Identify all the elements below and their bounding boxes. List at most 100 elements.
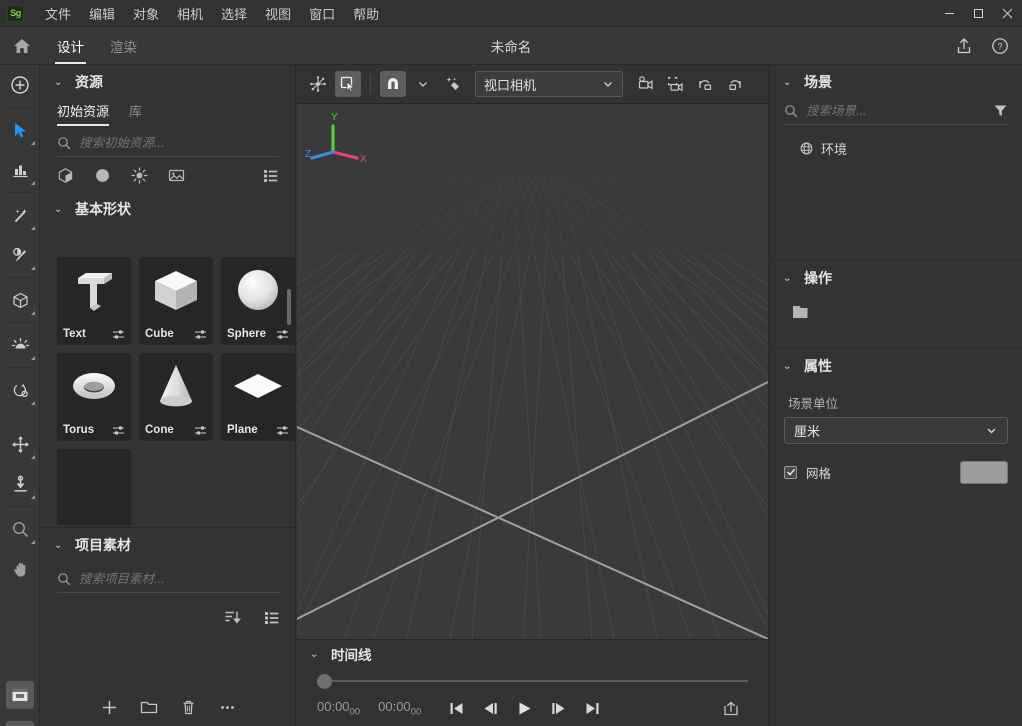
shape-card-sphere[interactable]: Sphere xyxy=(221,257,295,345)
home-button[interactable] xyxy=(0,27,44,64)
go-to-start-button[interactable] xyxy=(439,693,473,723)
shape-card-plane[interactable]: Plane xyxy=(221,353,295,441)
folder-icon[interactable] xyxy=(140,699,158,716)
actions-panel-title: 操作 xyxy=(804,270,832,286)
menu-file[interactable]: 文件 xyxy=(36,0,80,27)
shape-card-partial[interactable] xyxy=(57,449,131,525)
select-tool[interactable] xyxy=(0,110,40,150)
properties-panel-header[interactable]: ⌄ 属性 xyxy=(770,349,1022,383)
project-search-input[interactable] xyxy=(79,572,280,586)
model-tool[interactable] xyxy=(0,280,40,320)
scene-unit-value: 厘米 xyxy=(794,424,821,439)
menu-help[interactable]: 帮助 xyxy=(344,0,388,27)
share-button[interactable] xyxy=(952,34,976,58)
menu-object[interactable]: 对象 xyxy=(124,0,168,27)
timeline-header[interactable]: ⌄ 时间线 xyxy=(297,640,768,668)
pan-tool[interactable] xyxy=(0,549,40,589)
drop-tool[interactable] xyxy=(0,464,40,504)
transform-gizmo-tool[interactable] xyxy=(305,71,331,97)
assets-scrollbar[interactable] xyxy=(287,261,291,521)
magnet-snap-tool[interactable] xyxy=(380,71,406,97)
plus-icon[interactable] xyxy=(101,699,118,716)
sort-descending-icon[interactable] xyxy=(224,609,241,626)
tab-render[interactable]: 渲染 xyxy=(97,27,150,64)
shape-card-cone[interactable]: Cone xyxy=(139,353,213,441)
app-logo: Sg xyxy=(7,4,24,22)
cube-outline-icon xyxy=(12,292,28,308)
actions-panel-header[interactable]: ⌄ 操作 xyxy=(770,261,1022,295)
subtab-starter-assets[interactable]: 初始资源 xyxy=(57,101,110,126)
tab-design[interactable]: 设计 xyxy=(44,27,97,64)
zoom-tool[interactable] xyxy=(0,509,40,549)
snap-dropdown[interactable] xyxy=(410,71,436,97)
magic-place-tool[interactable] xyxy=(440,71,466,97)
project-assets-header[interactable]: ⌄ 项目素材 xyxy=(41,528,295,562)
shape-card-torus[interactable]: Torus xyxy=(57,353,131,441)
list-view-icon[interactable] xyxy=(262,167,279,184)
next-frame-button[interactable] xyxy=(541,693,575,723)
menu-camera[interactable]: 相机 xyxy=(168,0,212,27)
previous-frame-button[interactable] xyxy=(473,693,507,723)
timeline-playhead[interactable] xyxy=(317,674,332,689)
viewport-3d-stage[interactable]: Y X Z xyxy=(297,104,768,639)
light-tool[interactable] xyxy=(0,325,40,365)
play-button[interactable] xyxy=(507,693,541,723)
cube-filter-icon[interactable] xyxy=(57,167,74,184)
move-tool[interactable] xyxy=(0,424,40,464)
scene-item-environment[interactable]: 环境 xyxy=(770,135,1022,161)
assets-panel-title: 资源 xyxy=(75,74,103,90)
frame-selection-camera-button[interactable] xyxy=(662,71,688,97)
create-camera-button[interactable] xyxy=(632,71,658,97)
list-view-icon[interactable] xyxy=(263,609,280,626)
camera-select[interactable]: 视口相机 xyxy=(475,71,623,97)
close-button[interactable] xyxy=(993,0,1022,27)
workspace-tab-bar: 未命名 设计 渲染 ? xyxy=(0,27,1022,65)
assets-search-input[interactable] xyxy=(79,136,279,150)
image-filter-icon[interactable] xyxy=(168,167,185,184)
select-move-tool[interactable] xyxy=(335,71,361,97)
funnel-icon[interactable] xyxy=(993,103,1008,118)
menu-view[interactable]: 视图 xyxy=(256,0,300,27)
scene-panel-header[interactable]: ⌄ 场景 xyxy=(770,65,1022,99)
menu-window[interactable]: 窗口 xyxy=(300,0,344,27)
timeline-controls: 00:0000 00:0000 xyxy=(297,690,768,726)
ellipsis-icon[interactable] xyxy=(219,699,236,716)
timeline-track[interactable] xyxy=(317,672,748,690)
trash-icon[interactable] xyxy=(180,699,197,716)
light-filter-icon[interactable] xyxy=(131,167,148,184)
grid-color-swatch[interactable] xyxy=(960,460,1008,484)
scene-search-input[interactable] xyxy=(806,103,975,118)
sliders-icon[interactable] xyxy=(194,328,207,341)
subtab-library[interactable]: 库 xyxy=(129,101,142,126)
scale-tool[interactable] xyxy=(0,150,40,190)
menu-edit[interactable]: 编辑 xyxy=(80,0,124,27)
shape-card-text[interactable]: Text xyxy=(57,257,131,345)
material-sphere-icon[interactable] xyxy=(94,167,111,184)
grid-checkbox[interactable] xyxy=(784,465,797,479)
magic-wand-tool[interactable] xyxy=(0,195,40,235)
sliders-icon[interactable] xyxy=(112,424,125,437)
eyedropper-tool[interactable] xyxy=(0,235,40,275)
export-loop-button[interactable] xyxy=(714,693,748,723)
folder-icon[interactable] xyxy=(792,303,814,322)
shape-label: Torus xyxy=(63,424,95,436)
assets-panel-header[interactable]: ⌄ 资源 xyxy=(41,65,295,99)
layout-workspace-button[interactable] xyxy=(0,675,40,715)
camera-redo-button[interactable] xyxy=(722,71,748,97)
sphere-shape xyxy=(238,270,278,310)
help-button[interactable]: ? xyxy=(988,34,1012,58)
minimize-button[interactable] xyxy=(935,0,964,27)
sliders-icon[interactable] xyxy=(194,424,207,437)
maximize-button[interactable] xyxy=(964,0,993,27)
assets-scrollbar-thumb[interactable] xyxy=(287,289,291,325)
orbit-tool[interactable] xyxy=(0,370,40,410)
scene-unit-select[interactable]: 厘米 xyxy=(784,417,1008,444)
basic-shapes-section-header[interactable]: ⌄ 基本形状 xyxy=(41,194,295,224)
assets-workspace-button[interactable] xyxy=(0,715,40,726)
go-to-end-button[interactable] xyxy=(575,693,609,723)
camera-undo-button[interactable] xyxy=(692,71,718,97)
menu-select[interactable]: 选择 xyxy=(212,0,256,27)
add-object-tool[interactable] xyxy=(0,65,40,105)
shape-card-cube[interactable]: Cube xyxy=(139,257,213,345)
sliders-icon[interactable] xyxy=(112,328,125,341)
